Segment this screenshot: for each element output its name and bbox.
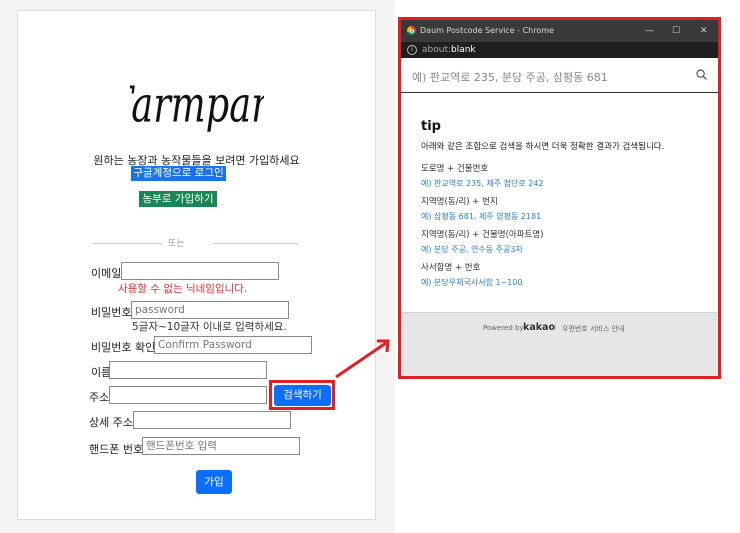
logo-text: Farmpam [130,76,264,134]
url-host: blank [451,45,476,55]
popup-footer: Powered by kakao | 우편번호 서비스 안내 [401,312,718,376]
detail-address-label: 상세 주소 [89,416,133,429]
password-hint: 5글자~10글자 이내로 입력하세요. [132,321,287,333]
address-label: 주소 [89,391,110,404]
email-field[interactable] [121,262,279,280]
confirm-password-label: 비밀번호 확인 [91,341,156,354]
window-title: Daum Postcode Service - Chrome [420,26,554,35]
google-login-button[interactable]: 구글계정으로 로그인 [131,166,226,181]
password-label: 비밀번호 [91,306,132,319]
footer-separator: | [554,323,557,331]
maximize-button[interactable]: ☐ [672,20,680,42]
address-search-bar[interactable]: 예) 판교역로 235, 분당 주공, 삼평동 681 [401,58,718,93]
url-bar[interactable]: i about:blank [401,42,718,58]
close-button[interactable]: ✕ [700,20,708,42]
detail-address-field[interactable] [133,411,291,429]
chrome-icon [407,26,416,35]
submit-button[interactable]: 가입 [196,470,232,494]
divider-right [213,243,298,244]
farmpam-logo: Farmpam [130,76,264,134]
tip-description: 아래와 같은 조합으로 검색을 하시면 더욱 정확한 결과가 검색됩니다. [421,142,665,152]
signup-page: Farmpam 원하는 농장과 농작물들을 보려면 가입하세요 구글계정으로 로… [0,0,395,533]
email-label: 이메일 [91,267,122,280]
address-field[interactable] [109,386,267,404]
example-value: 예) 판교역로 235, 제주 첨단로 242 [421,179,544,188]
confirm-password-field[interactable] [154,336,312,354]
name-field[interactable] [109,361,267,379]
password-field[interactable] [131,301,289,319]
example-value: 예) 분당 주공, 연수동 주공3차 [421,245,523,254]
divider-text: 또는 [168,239,185,249]
url-scheme: about: [422,45,451,55]
minimize-button[interactable]: — [645,20,654,42]
example-title: 도로명 + 건물번호 [421,164,489,174]
farmer-signup-button[interactable]: 농부로 가입하기 [139,191,217,207]
tip-title: tip [421,119,441,134]
search-placeholder: 예) 판교역로 235, 분당 주공, 삼평동 681 [412,71,608,84]
postcode-popup-window: Daum Postcode Service - Chrome — ☐ ✕ i a… [398,17,721,379]
address-search-button[interactable]: 검색하기 [274,385,331,406]
kakao-logo[interactable]: kakao [523,322,555,333]
window-titlebar: Daum Postcode Service - Chrome — ☐ ✕ [401,20,718,42]
phone-label: 핸드폰 번호 [89,443,144,456]
example-title: 지역명(동/리) + 번지 [421,197,498,207]
powered-by-text: Powered by [483,324,524,332]
divider-left [92,243,162,244]
example-title: 사서함명 + 번호 [421,263,481,273]
email-error: 사용할 수 없는 닉네임입니다. [118,283,248,295]
example-title: 지역명(동/리) + 건물명(아파트명) [421,230,544,240]
magnifier-icon[interactable] [696,69,707,80]
example-value: 예) 분당우체국사서함 1~100 [421,278,523,287]
url-text: about:blank [422,42,476,58]
example-value: 예) 삼평동 681, 제주 영평동 2181 [421,212,542,221]
postcode-guide-link[interactable]: 우편번호 서비스 안내 [562,324,624,334]
phone-field[interactable] [142,437,300,455]
info-icon[interactable]: i [407,45,417,55]
